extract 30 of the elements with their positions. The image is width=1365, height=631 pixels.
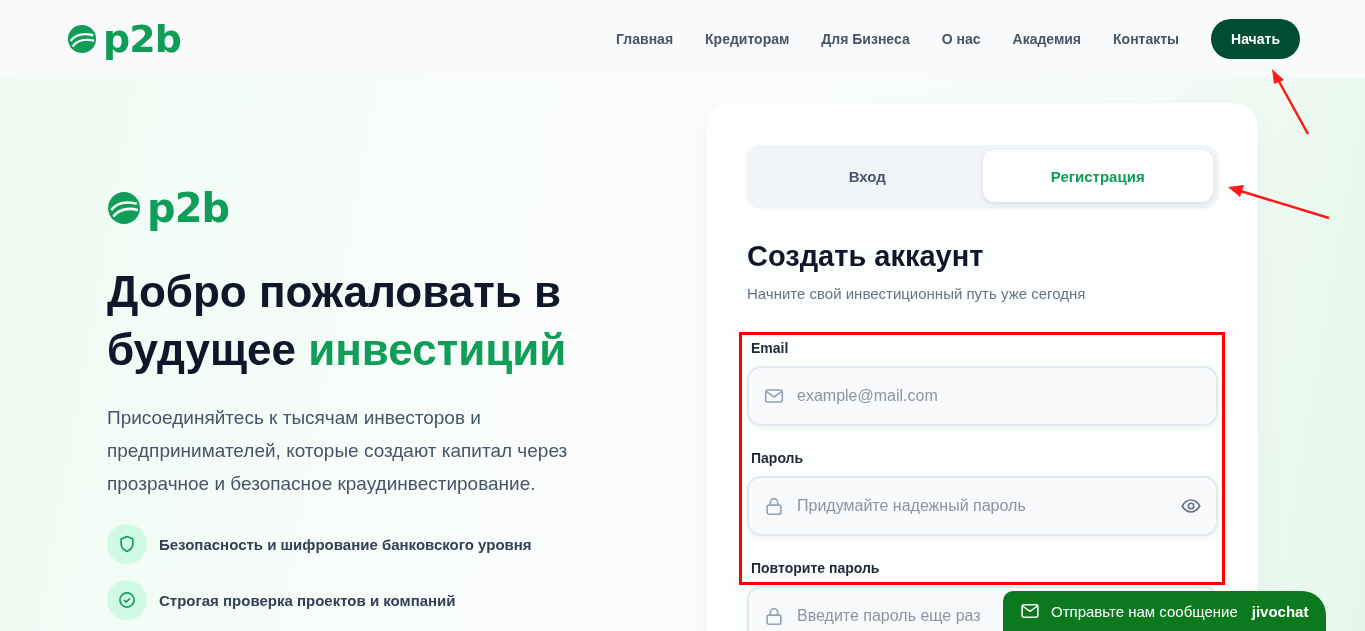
- form-title: Создать аккаунт: [747, 240, 985, 273]
- nav-link[interactable]: Контакты: [1113, 31, 1180, 47]
- auth-tab[interactable]: Вход: [752, 150, 983, 202]
- hero-description: Присоединяйтесь к тысячам инвесторов и предпринимателей, которые создают капитал через прозрачное и безопасное краудинвестирование.: [107, 406, 569, 496]
- hero-heading: Добро пожаловать в будущее инвестиций: [107, 266, 568, 376]
- feature-text: Безопасность и шифрование банковского уровня: [159, 535, 532, 553]
- placeholder-text: Введите пароль еще раз: [797, 607, 981, 625]
- placeholder-text: Придумайте надежный пароль: [797, 497, 1026, 515]
- nav-link[interactable]: Для Бизнеса: [821, 31, 910, 47]
- start-button[interactable]: Начать: [1211, 19, 1300, 59]
- leaf-logo-icon: [67, 24, 97, 54]
- chat-toast[interactable]: Отправьте нам сообщение jivochat: [1003, 591, 1326, 631]
- auth-tab[interactable]: Регистрация: [982, 150, 1213, 202]
- nav-link[interactable]: Кредиторам: [705, 31, 790, 47]
- lock-icon: [763, 495, 785, 517]
- placeholder-text: example@mail.com: [797, 387, 938, 405]
- field-label: Пароль: [750, 450, 805, 466]
- check-circle-icon: [107, 580, 147, 620]
- leaf-logo-icon: [107, 191, 141, 225]
- field-label: Email: [750, 340, 790, 356]
- nav-link[interactable]: Академия: [1012, 31, 1082, 47]
- shield-icon: [107, 524, 147, 564]
- mail-icon: [1019, 601, 1041, 621]
- feature-text: Строгая проверка проектов и компаний: [159, 591, 456, 609]
- form-subtitle: Начните свой инвестиционный путь уже сегодня: [747, 285, 1087, 302]
- nav-link[interactable]: Главная: [616, 31, 674, 47]
- lock-icon: [763, 605, 785, 627]
- nav-link[interactable]: О нас: [941, 31, 981, 47]
- field-label: Повторите пароль: [750, 560, 881, 576]
- chat-brand: jivochat: [1251, 602, 1309, 620]
